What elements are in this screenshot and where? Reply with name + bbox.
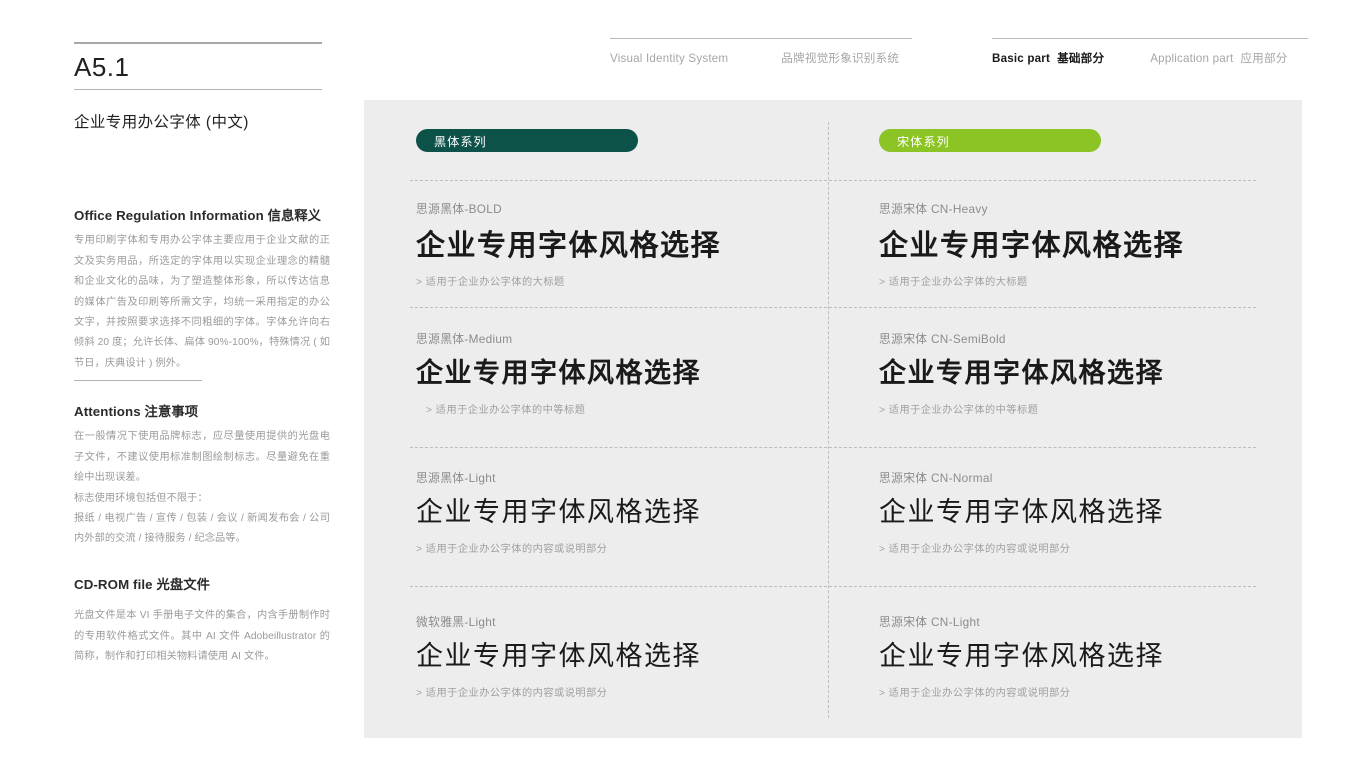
block-heading-en: Office Regulation Information bbox=[74, 208, 264, 223]
font-sample-songti-semibold: 思源宋体 CN-SemiBold 企业专用字体风格选择 > 适用于企业办公字体的… bbox=[879, 330, 1319, 416]
font-sample-text: 企业专用字体风格选择 bbox=[879, 497, 1164, 528]
font-sample-note: > 适用于企业办公字体的内容或说明部分 bbox=[416, 687, 608, 699]
font-sample-text: 企业专用字体风格选择 bbox=[879, 641, 1164, 672]
block-body: 专用印刷字体和专用办公字体主要应用于企业文献的正文及实务用品，所选定的字体用以实… bbox=[74, 235, 330, 369]
nav-items: Basic part 基础部分 Application part 应用部分 bbox=[992, 39, 1308, 66]
info-block-office-regulation: Office Regulation Information 信息释义 专用印刷字… bbox=[74, 207, 330, 374]
font-sample-note: > 适用于企业办公字体的内容或说明部分 bbox=[416, 543, 608, 555]
font-sample-text: 企业专用字体风格选择 bbox=[416, 358, 701, 389]
font-sample-note: > 适用于企业办公字体的内容或说明部分 bbox=[879, 687, 1071, 699]
font-sample-name: 微软雅黑-Light bbox=[416, 615, 496, 629]
category-pill-label: 宋体系列 bbox=[897, 134, 950, 149]
block-heading-cn: 注意事项 bbox=[144, 404, 199, 419]
font-sample-songti-normal: 思源宋体 CN-Normal 企业专用字体风格选择 > 适用于企业办公字体的内容… bbox=[879, 469, 1319, 555]
font-sample-name: 思源宋体 CN-Normal bbox=[879, 471, 993, 485]
grid-divider-horizontal bbox=[410, 307, 1256, 308]
font-sample-note: > 适用于企业办公字体的中等标题 bbox=[879, 404, 1039, 416]
tab-application-part-en[interactable]: Application part bbox=[1150, 52, 1233, 65]
font-sample-yahei-light: 微软雅黑-Light 企业专用字体风格选择 > 适用于企业办公字体的内容或说明部… bbox=[416, 613, 856, 699]
block-heading-cn: 光盘文件 bbox=[156, 577, 211, 592]
tab-basic-part-en[interactable]: Basic part bbox=[992, 52, 1050, 65]
category-pill-heiti[interactable]: 黑体系列 bbox=[416, 129, 638, 152]
sidebar: A5.1 企业专用办公字体 (中文) Office Regulation Inf… bbox=[74, 0, 332, 768]
font-sample-text: 企业专用字体风格选择 bbox=[416, 497, 701, 528]
font-sample-name: 思源黑体-Light bbox=[416, 471, 496, 485]
block-heading: Office Regulation Information 信息释义 bbox=[74, 207, 330, 224]
nav-items: Visual Identity System 品牌视觉形象识别系统 bbox=[610, 39, 912, 66]
font-specimen-panel: 黑体系列 宋体系列 思源黑体-BOLD 企业专用字体风格选择 > 适用于企业办公… bbox=[364, 100, 1302, 738]
font-sample-note: > 适用于企业办公字体的大标题 bbox=[416, 277, 565, 289]
font-sample-text: 企业专用字体风格选择 bbox=[416, 641, 701, 672]
font-sample-name: 思源黑体-Medium bbox=[416, 332, 513, 346]
font-sample-heiti-light: 思源黑体-Light 企业专用字体风格选择 > 适用于企业办公字体的内容或说明部… bbox=[416, 469, 856, 555]
tab-application-part-cn[interactable]: 应用部分 bbox=[1240, 50, 1287, 66]
top-rule bbox=[74, 42, 322, 44]
tab-basic-part-cn[interactable]: 基础部分 bbox=[1057, 50, 1104, 66]
block-heading-cn: 信息释义 bbox=[267, 208, 322, 223]
font-sample-name: 思源宋体 CN-Heavy bbox=[879, 202, 988, 216]
font-sample-heiti-medium: 思源黑体-Medium 企业专用字体风格选择 > 适用于企业办公字体的中等标题 bbox=[416, 330, 856, 416]
nav-visual-identity-system-en[interactable]: Visual Identity System bbox=[610, 52, 728, 65]
page-root: A5.1 企业专用办公字体 (中文) Office Regulation Inf… bbox=[0, 0, 1366, 768]
font-sample-songti-light: 思源宋体 CN-Light 企业专用字体风格选择 > 适用于企业办公字体的内容或… bbox=[879, 613, 1319, 699]
info-block-cdrom-file: CD-ROM file 光盘文件 光盘文件是本 VI 手册电子文件的集合，内含手… bbox=[74, 576, 330, 668]
page-code: A5.1 bbox=[74, 52, 130, 82]
font-sample-name: 思源黑体-BOLD bbox=[416, 202, 502, 216]
sidebar-divider bbox=[74, 380, 202, 381]
font-sample-note: > 适用于企业办公字体的中等标题 bbox=[426, 404, 586, 416]
font-sample-note: > 适用于企业办公字体的内容或说明部分 bbox=[879, 543, 1071, 555]
page-title: 企业专用办公字体 (中文) bbox=[74, 113, 249, 131]
category-pill-label: 黑体系列 bbox=[434, 134, 487, 149]
category-pill-songti[interactable]: 宋体系列 bbox=[879, 129, 1101, 152]
grid-divider-horizontal bbox=[410, 180, 1256, 181]
font-sample-heiti-bold: 思源黑体-BOLD 企业专用字体风格选择 > 适用于企业办公字体的大标题 bbox=[416, 200, 856, 288]
grid-divider-horizontal bbox=[410, 447, 1256, 448]
nav-visual-identity-system-cn[interactable]: 品牌视觉形象识别系统 bbox=[781, 50, 899, 66]
block-heading-en: Attentions bbox=[74, 404, 141, 419]
font-sample-text: 企业专用字体风格选择 bbox=[416, 228, 722, 262]
info-block-attentions: Attentions 注意事项 在一般情况下使用品牌标志，应尽量使用提供的光盘电… bbox=[74, 403, 330, 550]
block-heading-en: CD-ROM file bbox=[74, 577, 153, 592]
font-sample-note: > 适用于企业办公字体的大标题 bbox=[879, 277, 1028, 289]
font-sample-songti-heavy: 思源宋体 CN-Heavy 企业专用字体风格选择 > 适用于企业办公字体的大标题 bbox=[879, 200, 1319, 288]
font-sample-text: 企业专用字体风格选择 bbox=[879, 358, 1164, 389]
font-sample-name: 思源宋体 CN-Light bbox=[879, 615, 980, 629]
block-body: 在一般情况下使用品牌标志，应尽量使用提供的光盘电子文件，不建议使用标准制图绘制标… bbox=[74, 431, 330, 545]
block-body: 光盘文件是本 VI 手册电子文件的集合，内含手册制作时的专用软件格式文件。其中 … bbox=[74, 610, 330, 663]
font-sample-name: 思源宋体 CN-SemiBold bbox=[879, 332, 1006, 346]
grid-divider-horizontal bbox=[410, 586, 1256, 587]
block-heading: Attentions 注意事项 bbox=[74, 403, 330, 420]
nav-group-parts: Basic part 基础部分 Application part 应用部分 bbox=[992, 38, 1308, 66]
block-heading: CD-ROM file 光盘文件 bbox=[74, 576, 330, 593]
nav-group-identity: Visual Identity System 品牌视觉形象识别系统 bbox=[610, 38, 912, 66]
font-sample-text: 企业专用字体风格选择 bbox=[879, 228, 1185, 262]
title-underline-rule bbox=[74, 88, 322, 90]
